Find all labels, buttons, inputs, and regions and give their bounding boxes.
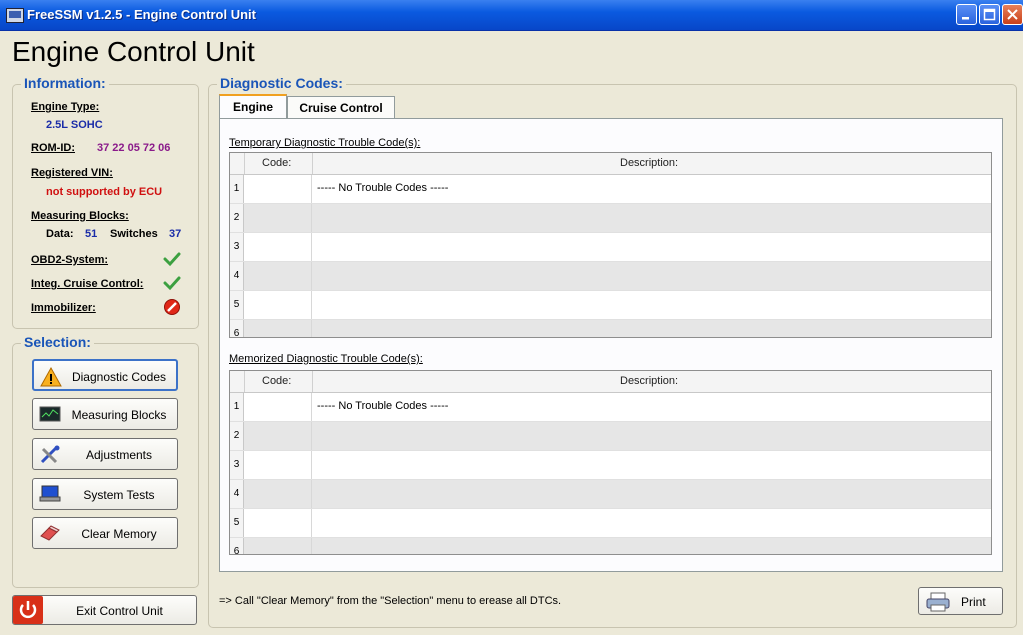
engine-type-label: Engine Type: xyxy=(31,101,100,113)
title-bar: FreeSSM v1.2.5 - Engine Control Unit xyxy=(0,0,1023,31)
column-description: Description: xyxy=(620,157,679,169)
diagnostic-codes-button[interactable]: Diagnostic Codes xyxy=(32,359,178,391)
system-tests-label: System Tests xyxy=(83,488,155,502)
eraser-icon xyxy=(40,525,60,541)
measuring-blocks-label: Measuring Blocks xyxy=(71,408,167,422)
exit-label: Exit Control Unit xyxy=(76,604,163,618)
cruise-control-label: Integ. Cruise Control: xyxy=(31,278,144,290)
print-button[interactable]: Print xyxy=(918,587,1003,615)
temporary-dtc-label: Temporary Diagnostic Trouble Code(s): xyxy=(229,137,421,149)
clear-memory-button[interactable]: Clear Memory xyxy=(32,517,178,549)
adjustments-button[interactable]: Adjustments xyxy=(32,438,178,470)
table-row[interactable]: 3 xyxy=(230,451,991,480)
print-label: Print xyxy=(961,595,986,609)
data-label: Data: xyxy=(46,228,74,240)
memorized-dtc-label: Memorized Diagnostic Trouble Code(s): xyxy=(229,353,423,365)
selection-title: Selection: xyxy=(21,334,94,350)
information-title: Information: xyxy=(21,75,109,91)
engine-type-value: 2.5L SOHC xyxy=(46,119,103,131)
hint-text: => Call "Clear Memory" from the "Selecti… xyxy=(219,595,562,607)
table-header: Code: Description: xyxy=(230,371,991,393)
table-row[interactable]: 3 xyxy=(230,233,991,262)
immobilizer-label: Immobilizer: xyxy=(31,302,96,314)
vin-label: Registered VIN: xyxy=(31,167,113,179)
power-icon xyxy=(13,596,43,624)
exit-control-unit-button[interactable]: Exit Control Unit xyxy=(12,595,197,625)
information-group: Information: xyxy=(12,75,199,329)
table-row[interactable]: 4 xyxy=(230,262,991,291)
printer-icon xyxy=(926,592,950,612)
switches-value: 37 xyxy=(169,228,182,240)
check-icon xyxy=(163,252,181,267)
warning-icon xyxy=(40,367,62,387)
app-icon xyxy=(6,8,24,23)
table-row[interactable]: 5 xyxy=(230,509,991,538)
maximize-icon xyxy=(983,8,996,21)
maximize-button[interactable] xyxy=(979,4,1000,25)
table-row[interactable]: 6 xyxy=(230,320,991,337)
prohibited-icon xyxy=(164,299,180,315)
measuring-blocks-label: Measuring Blocks: xyxy=(31,210,129,222)
tab-engine[interactable]: Engine xyxy=(219,94,287,118)
diagnostic-codes-label: Diagnostic Codes xyxy=(71,370,167,384)
window-title: FreeSSM v1.2.5 - Engine Control Unit xyxy=(27,7,256,22)
temporary-dtc-table[interactable]: Code: Description: 1 ----- No Trouble Cod… xyxy=(229,152,992,338)
no-trouble-codes: ----- No Trouble Codes ----- xyxy=(317,182,449,194)
monitor-chart-icon xyxy=(39,406,61,422)
diagnostic-codes-title: Diagnostic Codes: xyxy=(217,75,346,91)
no-trouble-codes: ----- No Trouble Codes ----- xyxy=(317,400,449,412)
laptop-icon xyxy=(39,485,61,502)
data-value: 51 xyxy=(85,228,98,240)
close-icon xyxy=(1007,9,1018,20)
page-title: Engine Control Unit xyxy=(12,36,255,67)
table-row[interactable]: 1 ----- No Trouble Codes ----- xyxy=(230,393,991,422)
romid-label: ROM-ID: xyxy=(31,142,75,154)
obd2-label: OBD2-System: xyxy=(31,254,109,266)
minimize-icon xyxy=(962,17,969,20)
table-row[interactable]: 1 ----- No Trouble Codes ----- xyxy=(230,175,991,204)
tools-icon xyxy=(40,445,60,464)
table-row[interactable]: 2 xyxy=(230,204,991,233)
table-row[interactable]: 5 xyxy=(230,291,991,320)
table-row[interactable]: 6 xyxy=(230,538,991,554)
measuring-blocks-button[interactable]: Measuring Blocks xyxy=(32,398,178,430)
vin-value: not supported by ECU xyxy=(46,186,163,198)
switches-label: Switches xyxy=(110,228,158,240)
memorized-dtc-table[interactable]: Code: Description: 1 ----- No Trouble Cod… xyxy=(229,370,992,555)
table-row[interactable]: 2 xyxy=(230,422,991,451)
minimize-button[interactable] xyxy=(956,4,977,25)
system-tests-button[interactable]: System Tests xyxy=(32,478,178,510)
table-header: Code: Description: xyxy=(230,153,991,175)
clear-memory-label: Clear Memory xyxy=(81,527,157,541)
tab-cruise-control[interactable]: Cruise Control xyxy=(287,96,395,118)
table-row[interactable]: 4 xyxy=(230,480,991,509)
column-code: Code: xyxy=(262,375,292,387)
column-code: Code: xyxy=(262,157,292,169)
column-description: Description: xyxy=(620,375,679,387)
adjustments-label: Adjustments xyxy=(85,448,153,462)
check-icon xyxy=(163,276,181,291)
romid-value: 37 22 05 72 06 xyxy=(97,142,171,154)
close-button[interactable] xyxy=(1002,4,1023,25)
